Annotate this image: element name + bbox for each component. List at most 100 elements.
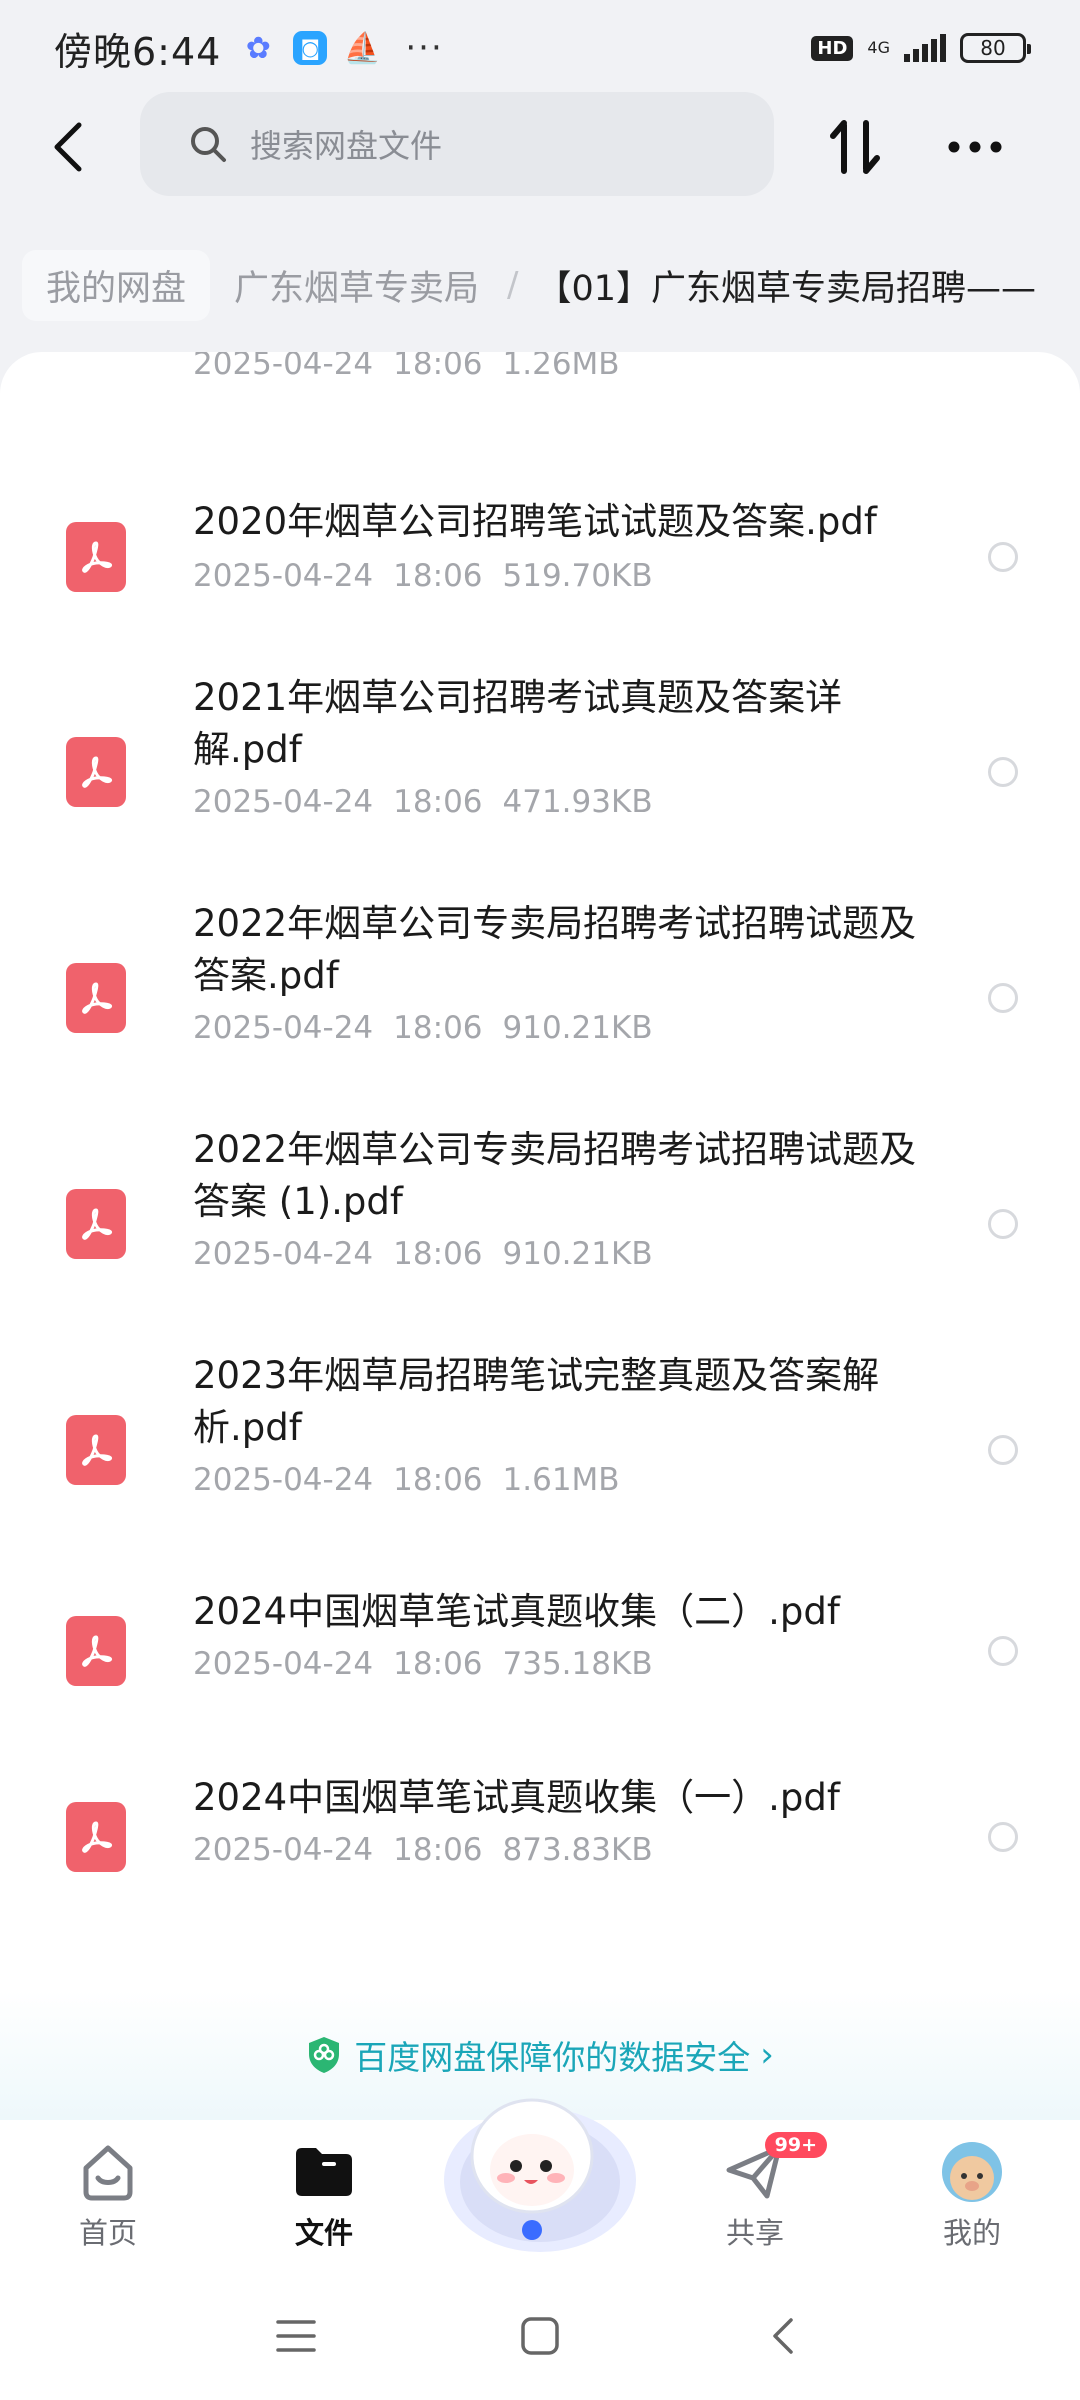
- file-date: 2025-04-24: [193, 558, 374, 594]
- file-row[interactable]: 2025-04-24 18:06 1.26MB: [0, 352, 1080, 392]
- file-date: 2025-04-24: [193, 1462, 374, 1498]
- pdf-file-icon: [66, 1189, 126, 1259]
- search-input[interactable]: 搜索网盘文件: [140, 92, 774, 196]
- square-icon: [521, 2317, 559, 2355]
- baidu-netdisk-app-icon: ✿: [245, 30, 271, 66]
- sort-button[interactable]: [820, 112, 890, 182]
- pdf-file-icon: [66, 963, 126, 1033]
- chevron-left-icon: [54, 122, 82, 172]
- mascot-button[interactable]: [440, 2070, 640, 2260]
- pdf-file-icon: [66, 737, 126, 807]
- file-date: 2025-04-24: [193, 1832, 374, 1868]
- file-time: 18:06: [393, 1832, 483, 1868]
- nav-home[interactable]: 首页: [38, 2140, 178, 2252]
- status-app-icons: ✿ ◙ ⛵ ···: [241, 28, 443, 68]
- file-meta: 2025-04-24 18:06 735.18KB: [193, 1646, 673, 1682]
- file-row[interactable]: 2022年烟草公司专卖局招聘考试招聘试题及答案.pdf 2025-04-24 18…: [0, 868, 1080, 1094]
- pdf-file-icon: [66, 522, 126, 592]
- nav-home-label: 首页: [78, 2216, 137, 2250]
- nav-share[interactable]: 99+ 共享: [685, 2132, 827, 2252]
- menu-lines-icon: [276, 2320, 316, 2352]
- file-size: 471.93KB: [502, 784, 653, 820]
- search-icon: [191, 127, 226, 162]
- sort-arrows-icon: [830, 120, 880, 174]
- breadcrumb: 我的网盘 广东烟草专卖局 / 【01】广东烟草专卖局招聘——: [0, 248, 1080, 322]
- file-meta: 2025-04-24 18:06 1.26MB: [193, 352, 640, 382]
- breadcrumb-separator: /: [507, 265, 519, 305]
- blue-app-icon: ◙: [293, 31, 328, 65]
- status-more-icon: ···: [405, 28, 444, 68]
- file-row[interactable]: 2023年烟草局招聘笔试完整真题及答案解析.pdf 2025-04-24 18:0…: [0, 1320, 1080, 1546]
- signal-icon: [904, 34, 946, 62]
- select-checkbox[interactable]: [988, 1209, 1018, 1239]
- paper-plane-icon: 99+: [723, 2132, 827, 2204]
- battery-icon: 80: [960, 33, 1031, 63]
- nav-share-label: 共享: [725, 2216, 784, 2250]
- mascot-icon: [444, 2098, 636, 2252]
- hd-voice-icon: HD: [811, 35, 854, 61]
- sailboat-app-icon: ⛵: [343, 30, 382, 66]
- avatar: [940, 2140, 1004, 2204]
- status-time: 傍晚6:44: [54, 29, 222, 74]
- file-time: 18:06: [393, 1236, 483, 1272]
- file-list[interactable]: 2025-04-24 18:06 1.26MB 2020年烟草公司招聘笔试试题及答案…: [0, 352, 1080, 2120]
- file-size: 873.83KB: [502, 1832, 653, 1868]
- home-icon: [76, 2140, 140, 2204]
- file-name: 2024中国烟草笔试真题收集（一）.pdf: [193, 1776, 840, 1819]
- file-name: 2023年烟草局招聘笔试完整真题及答案解析.pdf: [193, 1354, 880, 1449]
- chevron-right-icon: ›: [760, 2035, 774, 2075]
- system-home-button[interactable]: [510, 2306, 570, 2366]
- file-row[interactable]: 2024中国烟草笔试真题收集（一）.pdf 2025-04-24 18:06 873…: [0, 1732, 1080, 1918]
- back-button[interactable]: [34, 112, 104, 182]
- file-meta: 2025-04-24 18:06 873.83KB: [193, 1832, 673, 1868]
- pdf-file-icon: [66, 1415, 126, 1485]
- file-time: 18:06: [393, 1010, 483, 1046]
- file-size: 519.70KB: [502, 558, 653, 594]
- file-name: 2022年烟草公司专卖局招聘考试招聘试题及答案 (1).pdf: [193, 1128, 917, 1223]
- select-checkbox[interactable]: [988, 542, 1018, 572]
- battery-level: 80: [980, 36, 1006, 60]
- file-time: 18:06: [393, 1462, 483, 1498]
- toolbar: 搜索网盘文件: [0, 92, 1080, 204]
- file-date: 2025-04-24: [193, 1236, 374, 1272]
- file-row[interactable]: 2021年烟草公司招聘考试真题及答案详解.pdf 2025-04-24 18:06…: [0, 642, 1080, 868]
- file-meta: 2025-04-24 18:06 519.70KB: [193, 558, 673, 594]
- file-meta: 2025-04-24 18:06 910.21KB: [193, 1010, 673, 1046]
- pdf-file-icon: [66, 1616, 126, 1686]
- nav-files[interactable]: 文件: [254, 2140, 394, 2252]
- file-row[interactable]: 2020年烟草公司招聘笔试试题及答案.pdf 2025-04-24 18:06 51…: [0, 472, 1080, 642]
- file-name: 2020年烟草公司招聘笔试试题及答案.pdf: [193, 500, 877, 543]
- breadcrumb-item-folder[interactable]: 广东烟草专卖局: [210, 250, 503, 321]
- file-row[interactable]: 2022年烟草公司专卖局招聘考试招聘试题及答案 (1).pdf 2025-04-…: [0, 1094, 1080, 1320]
- file-meta: 2025-04-24 18:06 471.93KB: [193, 784, 673, 820]
- nav-me-label: 我的: [942, 2216, 1001, 2250]
- breadcrumb-item-current: 【01】广东烟草专卖局招聘——: [536, 268, 1037, 309]
- select-checkbox[interactable]: [988, 1636, 1018, 1666]
- folder-icon: [292, 2140, 356, 2204]
- breadcrumb-item-root[interactable]: 我的网盘: [22, 249, 211, 321]
- system-nav-bar: [0, 2270, 1080, 2400]
- file-meta: 2025-04-24 18:06 910.21KB: [193, 1236, 673, 1272]
- select-checkbox[interactable]: [988, 1435, 1018, 1465]
- more-options-button[interactable]: [940, 112, 1010, 182]
- status-bar: 傍晚6:44 ✿ ◙ ⛵ ··· HD 4G 80: [0, 0, 1080, 96]
- network-type: 4G: [867, 38, 890, 57]
- file-date: 2025-04-24: [193, 1010, 374, 1046]
- share-badge: 99+: [764, 2132, 827, 2158]
- file-date: 2025-04-24: [193, 784, 374, 820]
- search-placeholder: 搜索网盘文件: [250, 127, 443, 165]
- select-checkbox[interactable]: [988, 1822, 1018, 1852]
- file-date: 2025-04-24: [193, 352, 374, 382]
- select-checkbox[interactable]: [988, 983, 1018, 1013]
- system-back-button[interactable]: [754, 2306, 814, 2366]
- chevron-left-icon: [773, 2318, 793, 2354]
- system-menu-button[interactable]: [266, 2306, 326, 2366]
- file-name: 2021年烟草公司招聘考试真题及答案详解.pdf: [193, 676, 843, 771]
- pdf-file-icon: [66, 1802, 126, 1872]
- file-size: 1.26MB: [502, 352, 620, 382]
- nav-me[interactable]: 我的: [902, 2140, 1042, 2252]
- file-name: 2022年烟草公司专卖局招聘考试招聘试题及答案.pdf: [193, 902, 917, 997]
- file-row[interactable]: 2024中国烟草笔试真题收集（二）.pdf 2025-04-24 18:06 735…: [0, 1546, 1080, 1732]
- select-checkbox[interactable]: [988, 757, 1018, 787]
- nav-files-label: 文件: [294, 2216, 353, 2250]
